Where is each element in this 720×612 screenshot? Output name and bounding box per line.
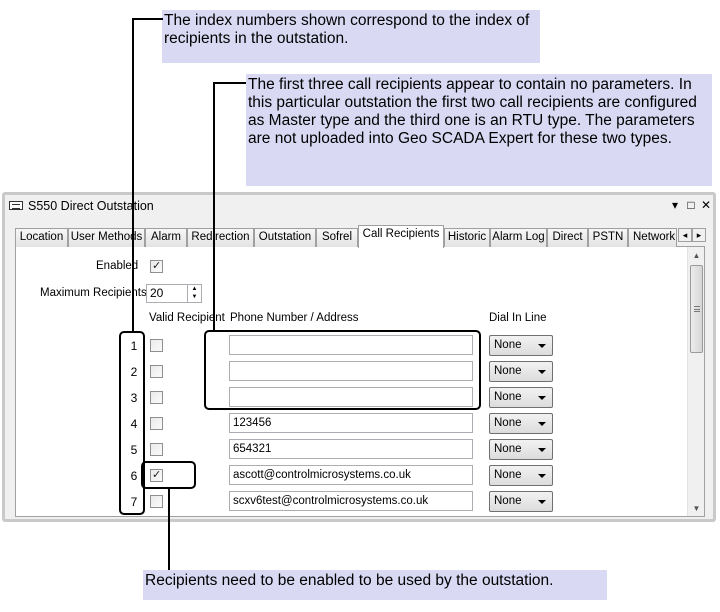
dropdown-icon[interactable]: ▾ bbox=[669, 198, 681, 212]
enabled-checkbox[interactable] bbox=[150, 259, 163, 273]
max-recipients-stepper[interactable]: 20 ▲ ▼ bbox=[146, 284, 202, 303]
dial-in-select[interactable]: None bbox=[489, 465, 553, 486]
max-recipients-value: 20 bbox=[150, 286, 164, 300]
phone-field[interactable]: scxv6test@controlmicrosystems.co.uk bbox=[229, 491, 473, 511]
grip-icon bbox=[694, 306, 700, 312]
dial-in-select[interactable]: None bbox=[489, 335, 553, 356]
valid-recipient-checkbox[interactable] bbox=[150, 443, 163, 456]
callout-params-note: The first three call recipients appear t… bbox=[246, 74, 712, 186]
tab-call-recipients[interactable]: Call Recipients bbox=[358, 225, 444, 248]
dial-in-value: None bbox=[494, 391, 522, 403]
tab-scroll-right-icon[interactable]: ▸ bbox=[692, 228, 706, 242]
valid-recipient-checkbox[interactable] bbox=[150, 391, 163, 404]
leader-line-mid-v bbox=[213, 82, 215, 331]
callout-index-note: The index numbers shown correspond to th… bbox=[162, 10, 540, 63]
chevron-down-icon bbox=[538, 422, 546, 426]
tab-scroll-left-icon[interactable]: ◂ bbox=[678, 228, 692, 242]
vertical-scrollbar[interactable]: ▲ ▼ bbox=[687, 247, 704, 516]
phone-field[interactable]: 654321 bbox=[229, 439, 473, 459]
leader-line-mid-h bbox=[213, 82, 246, 84]
chevron-down-icon bbox=[538, 500, 546, 504]
tab-strip: Location User Methods Alarm Redirection … bbox=[15, 225, 706, 248]
dial-in-select[interactable]: None bbox=[489, 491, 553, 512]
tab-sofrel[interactable]: Sofrel bbox=[316, 228, 358, 247]
stepper-down-icon[interactable]: ▼ bbox=[188, 293, 201, 301]
chevron-down-icon bbox=[538, 370, 546, 374]
window-title: S550 Direct Outstation bbox=[28, 199, 154, 213]
title-bar: S550 Direct Outstation ▾ □ ✕ bbox=[5, 195, 713, 217]
dial-in-value: None bbox=[494, 469, 522, 481]
phone-field[interactable]: 123456 bbox=[229, 413, 473, 433]
leader-line-top-h bbox=[132, 18, 163, 20]
dial-in-select[interactable]: None bbox=[489, 361, 553, 382]
close-icon[interactable]: ✕ bbox=[700, 198, 712, 212]
maximize-icon[interactable]: □ bbox=[685, 198, 697, 212]
tab-redirection[interactable]: Redirection bbox=[187, 228, 254, 247]
stepper-up-icon[interactable]: ▲ bbox=[188, 285, 201, 293]
tab-network[interactable]: Network bbox=[628, 228, 677, 247]
col-phone-number: Phone Number / Address bbox=[230, 312, 359, 324]
index-column-highlight bbox=[119, 331, 145, 515]
valid-checkbox-highlight bbox=[141, 461, 196, 489]
valid-recipient-checkbox[interactable] bbox=[150, 495, 163, 508]
dial-in-select[interactable]: None bbox=[489, 413, 553, 434]
stepper-arrows[interactable]: ▲ ▼ bbox=[187, 285, 201, 302]
col-dial-in-line: Dial In Line bbox=[489, 312, 547, 324]
dial-in-value: None bbox=[494, 443, 522, 455]
chevron-down-icon bbox=[538, 474, 546, 478]
tab-historic[interactable]: Historic bbox=[444, 228, 490, 247]
dial-in-value: None bbox=[494, 339, 522, 351]
scroll-thumb[interactable] bbox=[690, 265, 703, 353]
leader-line-bottom-v bbox=[168, 488, 170, 570]
tab-outstation[interactable]: Outstation bbox=[254, 228, 316, 247]
dial-in-value: None bbox=[494, 417, 522, 429]
tab-pstn[interactable]: PSTN bbox=[588, 228, 628, 247]
max-recipients-label: Maximum Recipients bbox=[40, 287, 147, 299]
phone-field[interactable]: ascott@controlmicrosystems.co.uk bbox=[229, 465, 473, 485]
chevron-down-icon bbox=[538, 344, 546, 348]
tab-direct[interactable]: Direct bbox=[547, 228, 588, 247]
tab-location[interactable]: Location bbox=[15, 228, 68, 247]
valid-recipient-checkbox[interactable] bbox=[150, 417, 163, 430]
chevron-down-icon bbox=[538, 396, 546, 400]
dial-in-select[interactable]: None bbox=[489, 439, 553, 460]
scroll-up-icon[interactable]: ▲ bbox=[688, 247, 704, 264]
tab-alarm[interactable]: Alarm bbox=[145, 228, 187, 247]
tab-alarm-log[interactable]: Alarm Log bbox=[490, 228, 547, 247]
window-app-icon bbox=[9, 201, 23, 210]
valid-recipient-checkbox[interactable] bbox=[150, 365, 163, 378]
dial-in-select[interactable]: None bbox=[489, 387, 553, 408]
scroll-down-icon[interactable]: ▼ bbox=[688, 500, 704, 516]
callout-enabled-note: Recipients need to be enabled to be used… bbox=[143, 570, 607, 600]
chevron-down-icon bbox=[538, 448, 546, 452]
dial-in-value: None bbox=[494, 495, 522, 507]
valid-recipient-checkbox[interactable] bbox=[150, 339, 163, 352]
dial-in-value: None bbox=[494, 365, 522, 377]
leader-line-top-v bbox=[132, 18, 134, 332]
empty-recipients-highlight bbox=[204, 330, 481, 410]
